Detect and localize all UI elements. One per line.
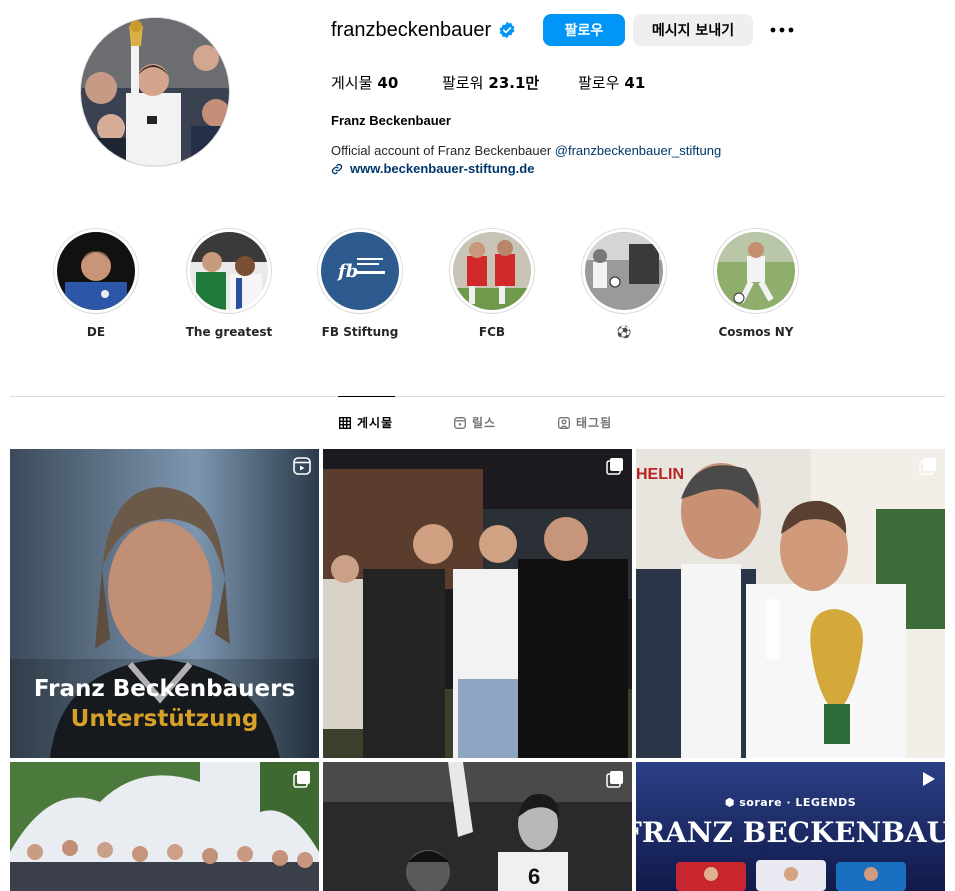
highlight-cover: [57, 232, 135, 310]
highlight-cover: [585, 232, 663, 310]
stat-posts-label: 게시물: [331, 74, 373, 92]
follow-button[interactable]: 팔로우: [543, 14, 625, 46]
message-button[interactable]: 메시지 보내기: [633, 14, 753, 46]
carousel-badge-icon: [293, 770, 311, 788]
highlight-label: Cosmos NY: [718, 325, 794, 339]
highlight-ring: [186, 228, 272, 314]
highlight-ring: [449, 228, 535, 314]
highlight-fcb[interactable]: FCB: [448, 228, 536, 339]
highlight-de[interactable]: DE: [52, 228, 140, 339]
verified-badge-icon: [498, 21, 516, 39]
svg-text:fb: fb: [336, 261, 358, 282]
tab-posts-label: 게시물: [357, 416, 394, 430]
highlight-ring: [713, 228, 799, 314]
link-icon: [331, 163, 343, 175]
more-options-icon[interactable]: [766, 16, 798, 44]
highlight-ring: fb: [317, 228, 403, 314]
reels-icon: [454, 416, 466, 429]
stat-following[interactable]: 팔로우 41: [578, 72, 645, 93]
bio-mention-link[interactable]: @franzbeckenbauer_stiftung: [555, 143, 721, 158]
highlight-label: ⚽: [616, 325, 632, 339]
highlight-the-greatest[interactable]: The greatest: [185, 228, 273, 339]
video-play-icon: [919, 770, 937, 788]
bio-text: Official account of Franz Beckenbauer: [331, 143, 552, 158]
active-tab-indicator: [338, 396, 395, 397]
carousel-badge-icon: [919, 457, 937, 475]
post-overlay-line1: Franz Beckenbauers: [33, 676, 296, 702]
post-tile[interactable]: HELIN: [636, 449, 945, 758]
tabs-divider: [10, 396, 945, 397]
highlight-ring: [581, 228, 667, 314]
tagged-icon: [558, 416, 570, 429]
profile-avatar[interactable]: [80, 17, 230, 167]
highlight-football[interactable]: ⚽: [580, 228, 668, 339]
stat-followers-value: 23.1만: [488, 74, 540, 92]
profile-website[interactable]: www.beckenbauer-stiftung.de: [331, 161, 534, 176]
tab-tagged-label: 태그됨: [576, 416, 613, 430]
stat-posts-value: 40: [377, 73, 399, 92]
website-link-text[interactable]: www.beckenbauer-stiftung.de: [350, 161, 534, 176]
stat-followers-label: 팔로워: [442, 74, 484, 92]
highlight-label: The greatest: [185, 325, 273, 339]
highlight-ring: [53, 228, 139, 314]
profile-full-name: Franz Beckenbauer: [331, 113, 451, 128]
stat-posts: 게시물 40: [331, 72, 398, 93]
profile-bio: Official account of Franz Beckenbauer @f…: [331, 143, 721, 158]
post-tile[interactable]: ⬢ sorare · LEGENDS FRANZ BECKENBAUER: [636, 762, 945, 891]
post-tile[interactable]: [323, 449, 632, 758]
tab-reels-label: 릴스: [472, 416, 497, 430]
tab-reels[interactable]: 릴스: [454, 414, 496, 431]
highlight-cover: [190, 232, 268, 310]
svg-text:HELIN: HELIN: [636, 466, 684, 483]
highlight-label: FCB: [478, 325, 506, 339]
tab-tagged[interactable]: 태그됨: [558, 414, 612, 431]
post-tile[interactable]: 6: [323, 762, 632, 891]
carousel-badge-icon: [606, 770, 624, 788]
stat-following-value: 41: [624, 73, 646, 92]
tab-posts[interactable]: 게시물: [339, 414, 393, 431]
highlight-label: DE: [86, 325, 106, 339]
highlight-cover: [453, 232, 531, 310]
post-overlay-line2: Unterstützung: [70, 706, 259, 732]
highlight-cover: [717, 232, 795, 310]
stat-followers[interactable]: 팔로워 23.1만: [442, 72, 539, 93]
profile-username: franzbeckenbauer: [331, 18, 492, 41]
stat-following-label: 팔로우: [578, 74, 620, 92]
grid-icon: [339, 416, 351, 429]
carousel-badge-icon: [606, 457, 624, 475]
svg-text:6: 6: [528, 864, 540, 889]
highlight-fb-stiftung[interactable]: fb FB Stiftung: [316, 228, 404, 339]
highlight-label: FB Stiftung: [321, 325, 399, 339]
sorare-title: FRANZ BECKENBAUER: [636, 816, 945, 849]
highlight-cover: fb: [321, 232, 399, 310]
sorare-brand-label: ⬢ sorare · LEGENDS: [724, 796, 857, 809]
highlight-cosmos-ny[interactable]: Cosmos NY: [712, 228, 800, 339]
reel-badge-icon: [293, 457, 311, 475]
post-tile[interactable]: [10, 762, 319, 891]
